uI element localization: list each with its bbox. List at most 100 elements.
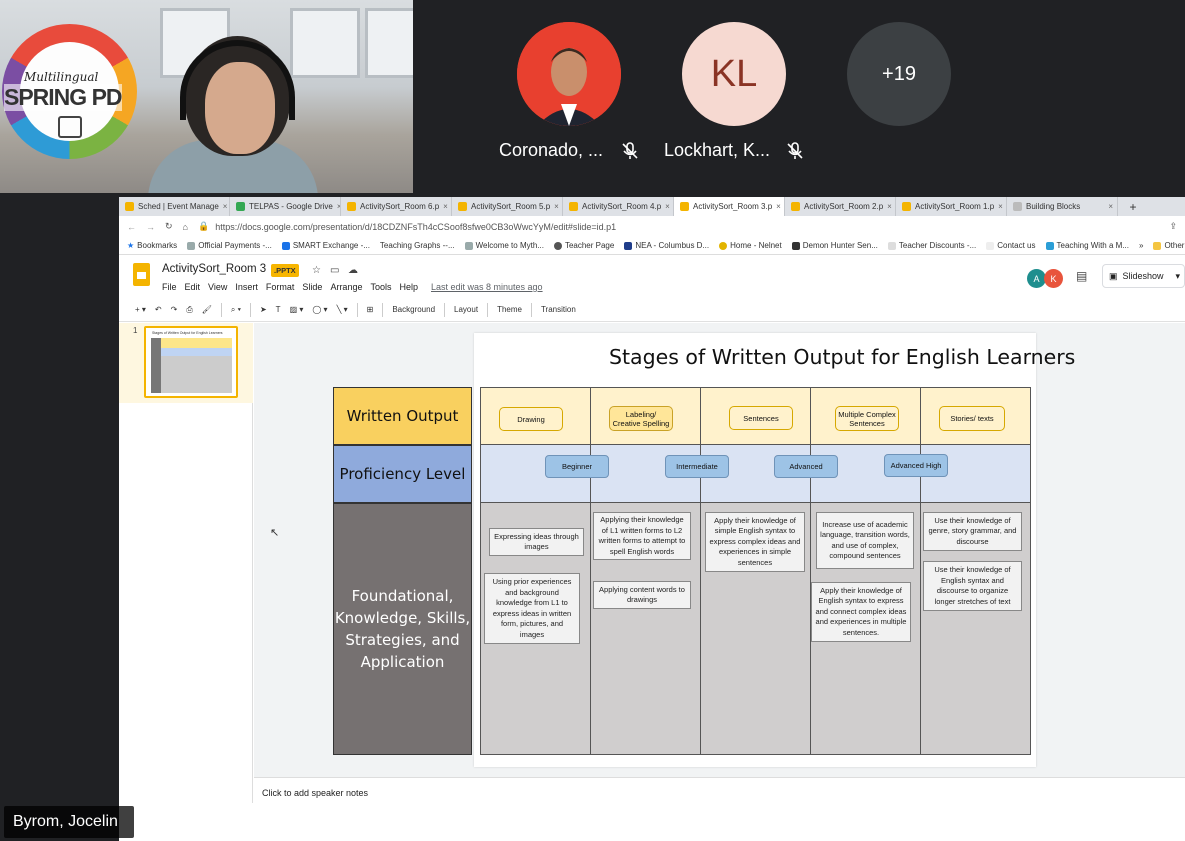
transition-button[interactable]: Transition (541, 305, 576, 314)
bookmark-item[interactable]: Teaching Graphs --... (380, 241, 455, 250)
new-tab-button[interactable]: + (1118, 197, 1148, 216)
browser-tab[interactable]: ActivitySort_Room 4.p × (563, 197, 674, 216)
bookmark-folder[interactable]: Other b (1153, 241, 1185, 250)
skill-card[interactable]: Expressing ideas through images (489, 528, 584, 556)
bookmark-item[interactable]: Demon Hunter Sen... (791, 241, 878, 250)
url-text[interactable]: https://docs.google.com/presentation/d/1… (215, 222, 616, 232)
browser-tab[interactable]: ActivitySort_Room 1.p × (896, 197, 1007, 216)
proficiency-card[interactable]: Beginner (545, 455, 609, 478)
chevron-down-icon[interactable]: ▾ (1175, 271, 1180, 282)
redo-icon[interactable]: ↷ (171, 305, 178, 314)
line-icon[interactable]: ╲ ▾ (337, 305, 348, 314)
slide-thumbnail[interactable]: Stages of Written Output for English Lea… (144, 326, 238, 398)
row-label-foundational[interactable]: Foundational, Knowledge, Skills, Strateg… (333, 503, 472, 755)
bookmark-item[interactable]: SMART Exchange -... (281, 241, 370, 250)
share-icon[interactable]: ⇪ (1169, 221, 1177, 232)
browser-tab[interactable]: Building Blocks × (1007, 197, 1118, 216)
shape-icon[interactable]: ◯ ▾ (312, 305, 327, 314)
comment-icon[interactable]: ⊞ (367, 305, 374, 314)
new-slide-icon[interactable]: + ▾ (135, 305, 146, 314)
bookmark-item[interactable]: Teacher Discounts -... (887, 241, 976, 250)
close-icon[interactable]: × (1108, 202, 1113, 211)
undo-icon[interactable]: ↶ (155, 305, 162, 314)
output-card[interactable]: Drawing (499, 407, 563, 431)
home-icon[interactable]: ⌂ (183, 222, 188, 232)
background-button[interactable]: Background (392, 305, 435, 314)
output-card[interactable]: Labeling/ Creative Spelling (609, 406, 673, 431)
proficiency-card[interactable]: Advanced High (884, 454, 948, 477)
last-edit-link[interactable]: Last edit was 8 minutes ago (431, 282, 543, 292)
document-title[interactable]: ActivitySort_Room 3 (162, 263, 266, 275)
menu-format[interactable]: Format (266, 282, 295, 292)
browser-tab-active[interactable]: ActivitySort_Room 3.p × (674, 197, 785, 216)
proficiency-card[interactable]: Advanced (774, 455, 838, 478)
star-icon[interactable]: ☆ (312, 265, 321, 276)
layout-button[interactable]: Layout (454, 305, 478, 314)
close-icon[interactable]: × (665, 202, 670, 211)
close-icon[interactable]: × (998, 202, 1003, 211)
zoom-icon[interactable]: ⌕ ▾ (231, 305, 241, 315)
menu-arrange[interactable]: Arrange (330, 282, 362, 292)
menu-insert[interactable]: Insert (235, 282, 258, 292)
favicon-icon (464, 241, 473, 250)
output-card[interactable]: Multiple Complex Sentences (835, 406, 899, 431)
row-label-proficiency[interactable]: Proficiency Level (333, 445, 472, 503)
comments-icon[interactable]: ▤ (1076, 269, 1087, 283)
bookmark-item[interactable]: Official Payments -... (187, 241, 272, 250)
image-icon[interactable]: ▨ ▾ (290, 305, 304, 314)
browser-tab[interactable]: Sched | Event Manage × (119, 197, 230, 216)
speaker-notes[interactable]: Click to add speaker notes (254, 777, 1185, 803)
skill-card[interactable]: Apply their knowledge of simple English … (705, 512, 805, 572)
slideshow-button[interactable]: ▣ Slideshow ▾ (1102, 264, 1185, 288)
slides-logo-icon[interactable] (133, 263, 150, 286)
participant-avatar[interactable] (517, 22, 621, 126)
skill-card[interactable]: Apply their knowledge of English syntax … (811, 582, 911, 642)
skill-card[interactable]: Use their knowledge of English syntax an… (923, 561, 1022, 611)
close-icon[interactable]: × (554, 202, 559, 211)
slide-title[interactable]: Stages of Written Output for English Lea… (609, 345, 1185, 369)
output-card[interactable]: Sentences (729, 406, 793, 430)
paint-format-icon[interactable]: 🖌 (202, 305, 212, 314)
skill-card[interactable]: Applying content words to drawings (593, 581, 691, 609)
bookmark-item[interactable]: NEA - Columbus D... (624, 241, 709, 250)
bookmarks-overflow[interactable]: » (1139, 241, 1143, 250)
bookmark-item[interactable]: Teacher Page (553, 241, 614, 250)
skill-card[interactable]: Applying their knowledge of L1 written f… (593, 512, 691, 560)
menu-help[interactable]: Help (399, 282, 418, 292)
bookmark-item[interactable]: Contact us (986, 241, 1036, 250)
browser-tab[interactable]: ActivitySort_Room 6.p × (341, 197, 452, 216)
select-icon[interactable]: ➤ (260, 305, 267, 314)
menu-tools[interactable]: Tools (370, 282, 391, 292)
close-icon[interactable]: × (776, 202, 781, 211)
bookmark-item[interactable]: Teaching With a M... (1045, 241, 1129, 250)
menu-file[interactable]: File (162, 282, 177, 292)
forward-icon[interactable]: → (146, 222, 155, 232)
browser-tab[interactable]: ActivitySort_Room 2.p × (785, 197, 896, 216)
back-icon[interactable]: ← (127, 222, 136, 232)
output-card[interactable]: Stories/ texts (939, 406, 1005, 431)
move-folder-icon[interactable]: ▭ (330, 265, 339, 276)
bookmark-item[interactable]: Welcome to Myth... (464, 241, 544, 250)
proficiency-card[interactable]: Intermediate (665, 455, 729, 478)
participant-avatar[interactable]: KL (682, 22, 786, 126)
close-icon[interactable]: × (223, 202, 228, 211)
skill-card[interactable]: Using prior experiences and background k… (484, 573, 580, 644)
collaborator-avatar[interactable]: K (1044, 269, 1063, 288)
bookmark-item[interactable]: ★ Bookmarks (127, 241, 177, 250)
skill-card[interactable]: Increase use of academic language, trans… (816, 512, 914, 569)
row-label-written-output[interactable]: Written Output (333, 387, 472, 445)
close-icon[interactable]: × (443, 202, 448, 211)
menu-edit[interactable]: Edit (185, 282, 201, 292)
text-box-icon[interactable]: T (276, 305, 281, 314)
browser-tab[interactable]: ActivitySort_Room 5.p × (452, 197, 563, 216)
menu-view[interactable]: View (208, 282, 227, 292)
menu-slide[interactable]: Slide (302, 282, 322, 292)
reload-icon[interactable]: ↻ (165, 221, 173, 232)
bookmark-item[interactable]: Home - Nelnet (719, 241, 782, 250)
theme-button[interactable]: Theme (497, 305, 522, 314)
skill-card[interactable]: Use their knowledge of genre, story gram… (923, 512, 1022, 551)
close-icon[interactable]: × (887, 202, 892, 211)
print-icon[interactable]: ⎙ (186, 305, 192, 315)
more-participants-button[interactable]: +19 (847, 22, 951, 126)
browser-tab[interactable]: TELPAS - Google Drive× (230, 197, 341, 216)
